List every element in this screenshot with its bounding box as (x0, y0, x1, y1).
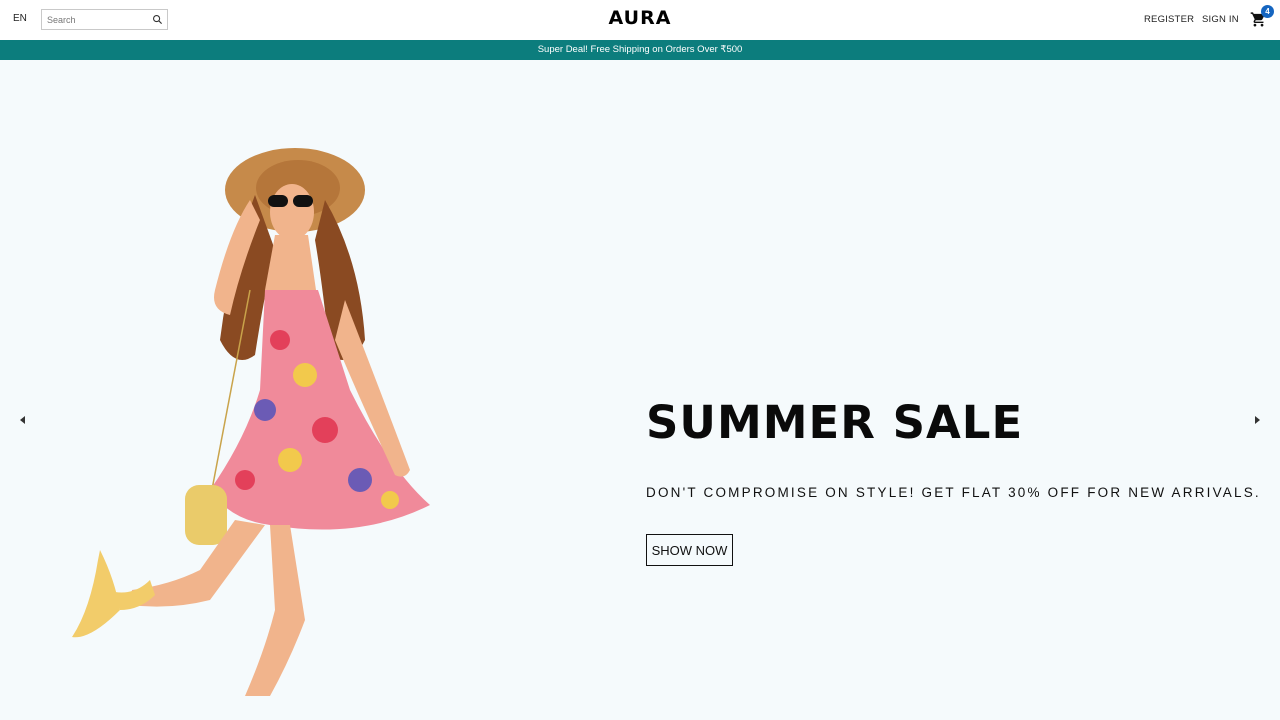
search-icon[interactable] (152, 14, 163, 25)
search-container[interactable] (41, 9, 168, 30)
model-image (72, 148, 430, 696)
language-selector[interactable]: EN (13, 13, 27, 24)
signin-link[interactable]: SIGN IN (1202, 14, 1239, 25)
search-input[interactable] (47, 14, 147, 25)
announcement-bar: Super Deal! Free Shipping on Orders Over… (0, 40, 1280, 60)
brand-logo[interactable]: AURA (609, 7, 672, 29)
announcement-text: Super Deal! Free Shipping on Orders Over… (537, 44, 743, 55)
hero-title: SUMMER SALE (646, 396, 1024, 449)
cart-count-badge: 4 (1261, 5, 1274, 18)
slider-next-button[interactable] (1247, 410, 1267, 430)
logo-container: AURA (0, 7, 1280, 29)
show-now-button[interactable]: SHOW NOW (646, 534, 733, 566)
arrow-left-icon (20, 416, 25, 424)
arrow-right-icon (1255, 416, 1260, 424)
hero-description: DON'T COMPROMISE ON STYLE! GET FLAT 30% … (646, 485, 1261, 500)
hero-slider: SUMMER SALE DON'T COMPROMISE ON STYLE! G… (0, 60, 1280, 720)
register-link[interactable]: REGISTER (1144, 14, 1194, 25)
slider-prev-button[interactable] (13, 410, 33, 430)
navbar: EN AURA REGISTER SIGN IN 4 (0, 0, 1280, 40)
